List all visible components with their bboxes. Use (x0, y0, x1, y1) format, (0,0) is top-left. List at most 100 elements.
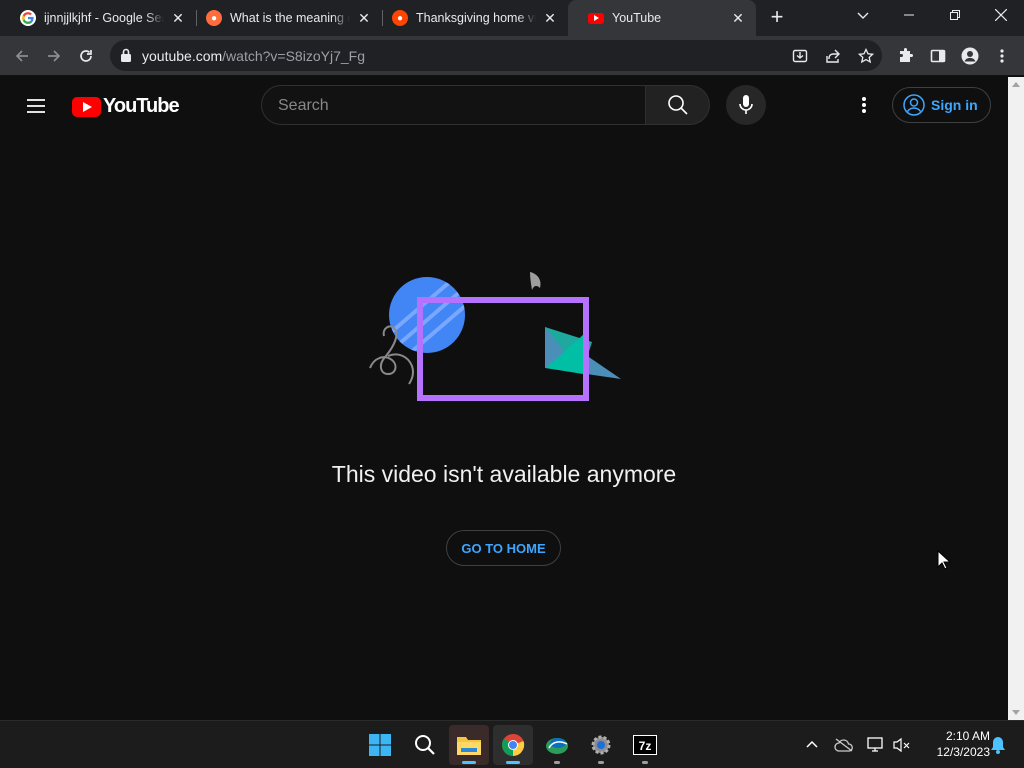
unavailable-message: This video isn't available anymore (331, 461, 677, 487)
mouse-cursor-icon (937, 550, 951, 570)
chevron-down-icon (857, 12, 869, 19)
restore-icon (950, 10, 960, 20)
taskbar-search-button[interactable] (405, 725, 445, 765)
close-icon (995, 9, 1007, 21)
side-panel-icon (930, 49, 946, 63)
taskbar-7zip[interactable]: 7z (625, 725, 665, 765)
voice-search-button[interactable] (726, 85, 766, 125)
minimize-icon (904, 14, 914, 16)
go-to-home-button[interactable]: GO TO HOME (446, 530, 561, 566)
taskbar-chrome[interactable] (493, 725, 533, 765)
minimize-button[interactable] (886, 0, 932, 30)
star-icon[interactable] (856, 46, 876, 66)
start-button[interactable] (360, 725, 400, 765)
close-window-button[interactable] (978, 0, 1024, 30)
close-icon[interactable]: ✕ (356, 10, 372, 26)
url-host: youtube.com (142, 48, 223, 64)
screen: ijnnjjlkjhf - Google Search ✕ ● What is … (0, 0, 1024, 768)
scroll-up-arrow-icon[interactable] (1012, 82, 1020, 87)
sign-in-label: Sign in (931, 97, 978, 113)
settings-menu-button[interactable] (852, 93, 876, 117)
close-icon[interactable]: ✕ (170, 10, 186, 26)
close-icon[interactable]: ✕ (542, 10, 558, 26)
network-tray[interactable] (864, 733, 888, 757)
youtube-wordmark: YouTube (103, 95, 180, 117)
clock-time: 2:10 AM (945, 729, 990, 743)
more-vertical-icon (862, 97, 866, 113)
google-icon (20, 10, 36, 26)
scroll-down-arrow-icon[interactable] (1012, 710, 1020, 715)
youtube-play-icon (72, 96, 101, 117)
url-text: youtube.com/watch?v=S8izoYj7_Fg (142, 48, 365, 64)
reload-icon (80, 50, 92, 62)
tab-search-button[interactable] (840, 0, 886, 30)
search-input[interactable] (278, 95, 628, 117)
forward-button[interactable] (40, 42, 68, 70)
install-icon[interactable] (790, 46, 810, 66)
guide-menu-button[interactable] (24, 94, 48, 118)
browser-menu-button[interactable] (988, 42, 1016, 70)
page-scrollbar[interactable] (1008, 77, 1024, 720)
close-icon[interactable]: ✕ (730, 10, 746, 26)
tab-reddit-meaning[interactable]: ● What is the meaning of ✕ (186, 0, 382, 36)
reddit-icon: ● (392, 10, 408, 26)
arrow-left-icon (15, 50, 28, 62)
reddit-icon: ● (206, 10, 222, 26)
speaker-muted-icon (893, 737, 910, 753)
tab-title: Thanksgiving home videos (416, 11, 536, 25)
url-path: /watch?v=S8izoYj7_Fg (222, 48, 365, 64)
extensions-button[interactable] (892, 42, 920, 70)
notifications-button[interactable] (986, 733, 1010, 757)
account-circle-icon (903, 94, 925, 116)
puzzle-icon (900, 48, 913, 62)
bell-icon (991, 737, 1005, 754)
address-bar[interactable]: youtube.com/watch?v=S8izoYj7_Fg (110, 40, 882, 71)
youtube-logo[interactable]: YouTube (72, 95, 180, 118)
tab-youtube[interactable]: YouTube ✕ (568, 0, 756, 36)
svg-text:7z: 7z (639, 739, 652, 753)
hamburger-icon (27, 99, 45, 113)
arrow-right-icon (48, 50, 61, 62)
file-explorer-icon (457, 737, 481, 755)
chrome-icon (501, 733, 525, 756)
edge-dev-icon (546, 738, 568, 754)
taskbar-file-explorer[interactable] (449, 725, 489, 765)
new-tab-button[interactable]: + (764, 4, 790, 30)
system-clock[interactable]: 2:10 AM 12/3/2023 (918, 728, 990, 760)
lock-icon[interactable] (120, 48, 132, 67)
windows-taskbar: 7z 2:10 AM 12/3/2023 (0, 720, 1024, 768)
chevron-up-icon (806, 740, 818, 748)
network-icon (867, 737, 883, 752)
sign-in-button[interactable]: Sign in (892, 87, 991, 123)
tab-strip: ijnnjjlkjhf - Google Search ✕ ● What is … (0, 0, 1024, 36)
youtube-page: YouTube Sign in (0, 77, 1008, 720)
search-button[interactable] (646, 85, 710, 125)
volume-tray[interactable] (890, 733, 914, 757)
side-panel-button[interactable] (924, 42, 952, 70)
cloud-offline-icon (834, 738, 853, 752)
person-icon (961, 47, 979, 65)
more-vertical-icon (1000, 49, 1004, 63)
youtube-icon (588, 12, 604, 24)
search-box (261, 85, 646, 125)
profile-button[interactable] (956, 42, 984, 70)
settings-icon (591, 735, 611, 755)
back-button[interactable] (8, 42, 36, 70)
search-icon (415, 735, 435, 755)
start-icon (369, 734, 391, 756)
restore-button[interactable] (932, 0, 978, 30)
onedrive-tray[interactable] (832, 733, 856, 757)
microphone-icon (739, 95, 753, 114)
share-icon[interactable] (823, 46, 843, 66)
tab-title: What is the meaning of (230, 11, 350, 25)
video-unavailable-illustration (369, 272, 621, 401)
taskbar-edge-dev[interactable] (537, 725, 577, 765)
tab-google-search[interactable]: ijnnjjlkjhf - Google Search ✕ (0, 0, 196, 36)
browser-toolbar: youtube.com/watch?v=S8izoYj7_Fg (0, 36, 1024, 76)
reload-button[interactable] (72, 42, 100, 70)
tab-reddit-thanksgiving[interactable]: ● Thanksgiving home videos ✕ (372, 0, 568, 36)
taskbar-settings[interactable] (581, 725, 621, 765)
show-hidden-icons-button[interactable] (800, 733, 824, 757)
search-icon (667, 95, 688, 115)
tab-title: ijnnjjlkjhf - Google Search (44, 11, 164, 25)
